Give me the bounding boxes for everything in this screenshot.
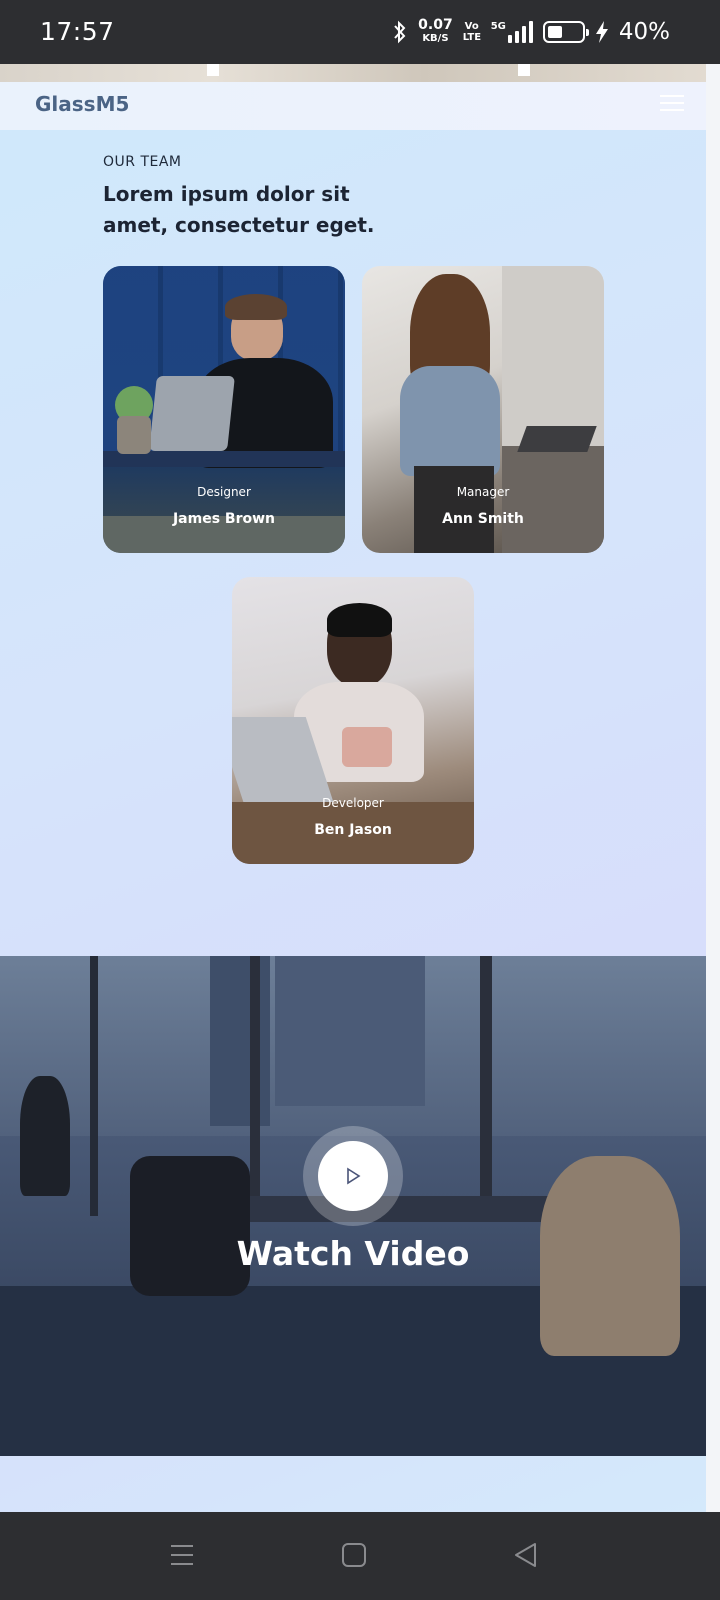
battery-icon (542, 21, 589, 43)
section-eyebrow: OUR TEAM (103, 154, 182, 170)
team-card-james-brown[interactable]: Designer James Brown (103, 266, 345, 553)
net-speed: 0.07 KB/S (418, 17, 453, 45)
net-speed-unit: KB/S (422, 33, 449, 44)
member-role: Manager (456, 485, 510, 499)
signal-icon (507, 21, 533, 43)
hamburger-menu-icon[interactable] (660, 95, 684, 111)
video-section: Watch Video (0, 956, 706, 1456)
back-icon[interactable] (511, 1540, 541, 1570)
play-button[interactable] (303, 1126, 403, 1226)
system-navigation-bar (0, 1512, 720, 1600)
site-navbar: GlassM5 (0, 82, 706, 130)
video-title: Watch Video (236, 1234, 470, 1273)
card-photo (103, 266, 345, 553)
member-name: James Brown (172, 511, 276, 527)
web-page: GlassM5 OUR TEAM Lorem ipsum dolor sit a… (0, 64, 706, 1512)
card-photo (362, 266, 604, 553)
play-icon (347, 1167, 361, 1185)
charging-icon (595, 21, 608, 43)
volte-indicator: Vo LTE (462, 21, 482, 43)
member-role: Designer (197, 485, 251, 499)
recents-icon[interactable] (167, 1540, 197, 1570)
hero-image-edge (0, 64, 706, 82)
battery-percent: 40% (618, 19, 670, 45)
status-icons: 0.07 KB/S Vo LTE 5G 40% (392, 16, 670, 48)
status-bar: 17:57 0.07 KB/S Vo LTE 5G 40% (0, 0, 720, 64)
network-type: 5G (490, 21, 506, 32)
net-speed-value: 0.07 (418, 17, 453, 33)
play-button-inner[interactable] (318, 1141, 388, 1211)
clock: 17:57 (40, 17, 115, 46)
home-icon[interactable] (339, 1540, 369, 1570)
member-role: Developer (322, 796, 384, 810)
team-card-ann-smith[interactable]: Manager Ann Smith (362, 266, 604, 553)
bluetooth-icon (394, 20, 406, 44)
section-headline: Lorem ipsum dolor sit amet, consectetur … (103, 182, 375, 237)
member-name: Ben Jason (314, 822, 392, 838)
team-card-ben-jason[interactable]: Developer Ben Jason (232, 577, 474, 864)
page-scrollbar[interactable] (706, 64, 720, 1512)
member-name: Ann Smith (442, 511, 524, 527)
card-photo (232, 577, 474, 864)
site-logo[interactable]: GlassM5 (35, 92, 129, 116)
